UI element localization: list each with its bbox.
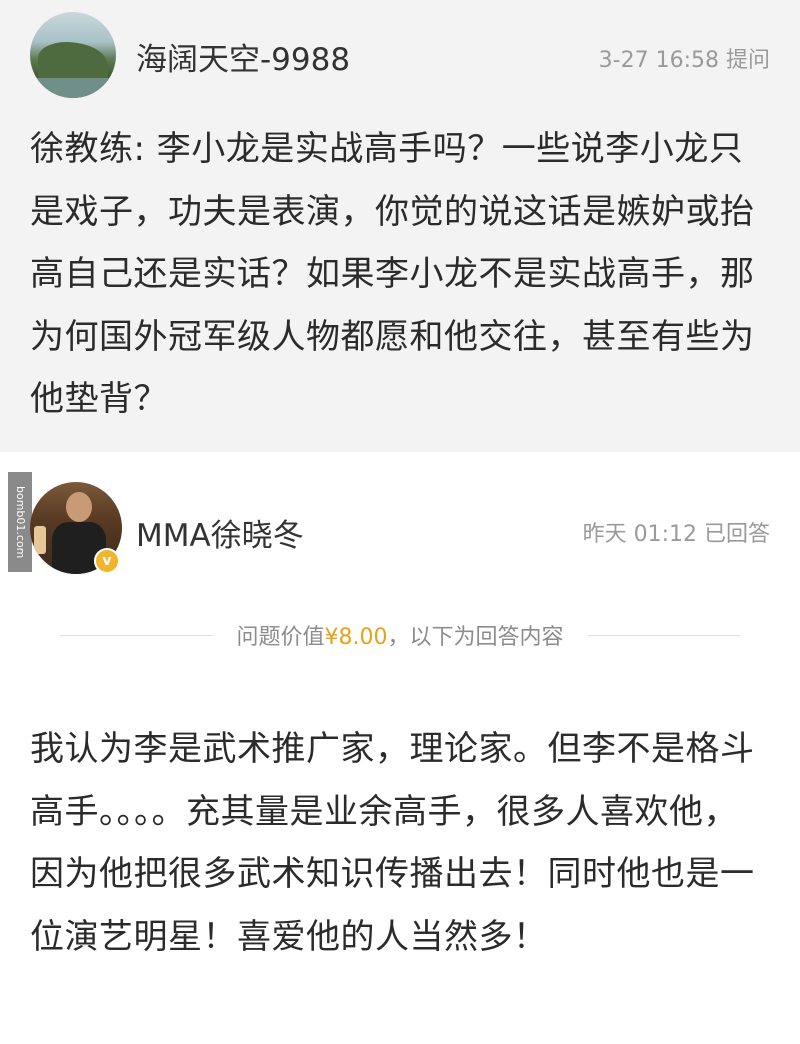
divider-line-right — [587, 634, 741, 636]
avatar-background-light — [34, 526, 46, 554]
avatar-head — [66, 492, 92, 522]
asker-name[interactable]: 海阔天空-9988 — [136, 34, 350, 79]
question-value-prefix: 问题价值 — [236, 625, 325, 650]
avatar-mountain — [38, 42, 108, 82]
answer-text: 我认为李是武术推广家，理论家。但李不是格斗高手。。。。充其量是业余高手，很多人喜… — [30, 729, 755, 957]
avatar-water — [30, 78, 116, 98]
answer-divider: 问题价值¥8.00，以下为回答内容 — [60, 618, 741, 652]
question-timestamp: 3-27 16:58 提问 — [598, 48, 770, 73]
question-price: ¥8.00 — [324, 625, 388, 650]
verified-badge-icon: v — [94, 548, 120, 574]
asker-avatar[interactable] — [30, 12, 116, 98]
divider-line-left — [60, 634, 213, 636]
answerer-name[interactable]: MMA徐晓冬 — [136, 510, 304, 555]
site-watermark: bomb01.com — [8, 472, 32, 572]
question-value-label: 问题价值¥8.00，以下为回答内容 — [213, 619, 588, 651]
question-value-suffix: ，以下为回答内容 — [387, 625, 564, 650]
answer-timestamp: 昨天 01:12 已回答 — [582, 522, 770, 547]
question-card: 海阔天空-9988 3-27 16:58 提问 徐教练: 李小龙是实战高手吗？一… — [0, 0, 800, 452]
question-text: 徐教练: 李小龙是实战高手吗？一些说李小龙只是戏子，功夫是表演，你觉的说这话是嫉… — [30, 129, 755, 419]
